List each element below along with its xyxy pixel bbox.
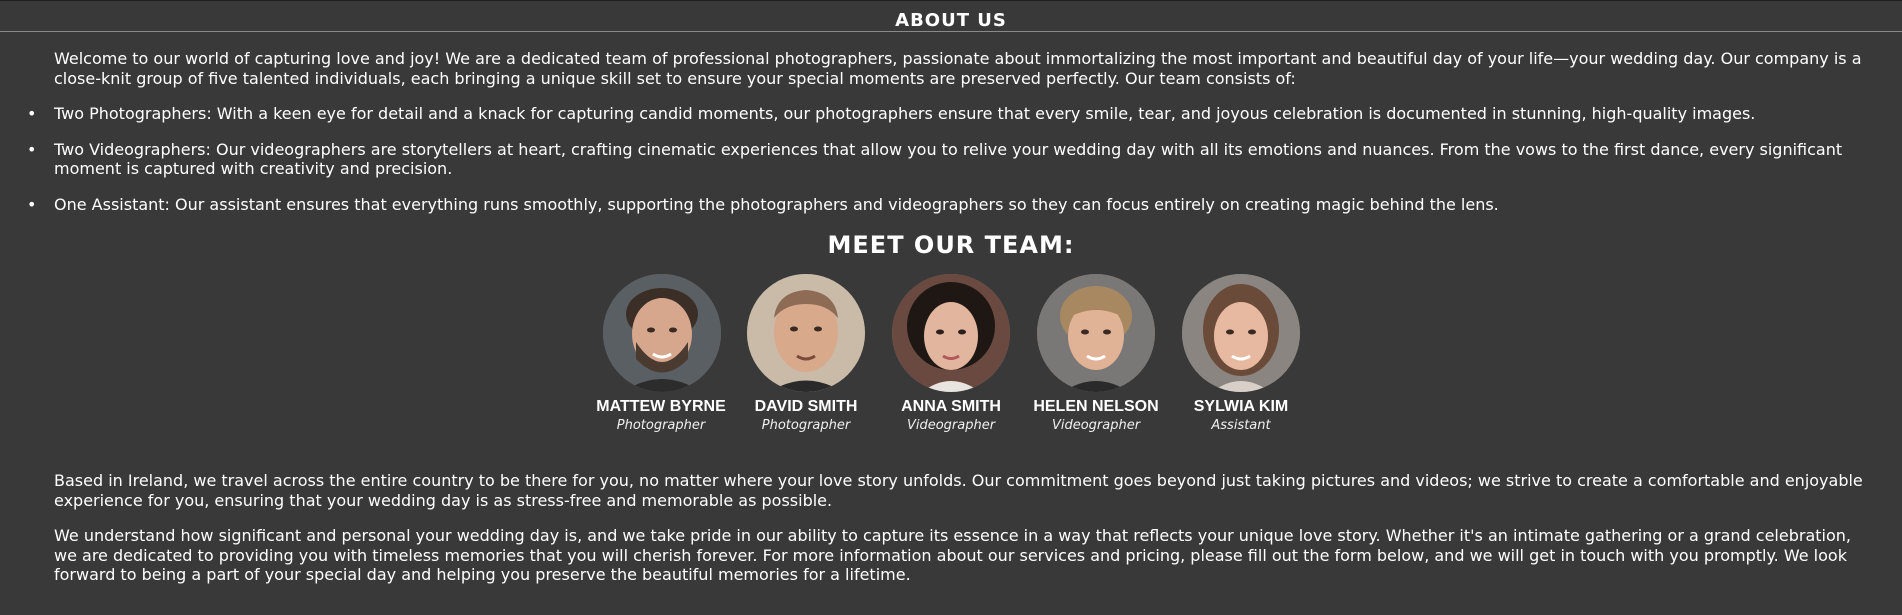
list-item-photographers: Two Photographers: With a keen eye for d… xyxy=(27,104,1872,124)
heading-divider xyxy=(0,31,1902,32)
list-item-videographers: Two Videographers: Our videographers are… xyxy=(27,140,1872,179)
team-member-card: HELEN NELSON Videographer xyxy=(1024,274,1169,434)
member-name: DAVID SMITH xyxy=(754,398,858,415)
intro-paragraph: Welcome to our world of capturing love a… xyxy=(54,49,1862,88)
closing-content: Based in Ireland, we travel across the e… xyxy=(0,471,1902,585)
about-content: Welcome to our world of capturing love a… xyxy=(0,49,1902,214)
member-name: MATTEW BYRNE xyxy=(596,398,726,415)
member-name: SYLWIA KIM xyxy=(1193,398,1289,415)
avatar xyxy=(892,274,1010,392)
member-name: ANNA SMITH xyxy=(901,398,1001,415)
team-member-card: SYLWIA KIM Assistant xyxy=(1169,274,1314,434)
member-role: Assistant xyxy=(1211,418,1271,433)
member-role: Videographer xyxy=(1051,418,1141,433)
team-composition-list: Two Photographers: With a keen eye for d… xyxy=(27,104,1872,215)
closing-paragraph: We understand how significant and person… xyxy=(54,526,1851,584)
avatar xyxy=(747,274,865,392)
avatar xyxy=(602,274,721,392)
member-role: Videographer xyxy=(906,418,996,433)
team-members: MATTEW BYRNE Photographer DAVID SMITH Ph… xyxy=(0,274,1902,434)
member-role: Photographer xyxy=(761,418,851,433)
team-member-card: MATTEW BYRNE Photographer xyxy=(589,274,734,434)
member-name: HELEN NELSON xyxy=(1033,398,1159,415)
avatar xyxy=(1037,274,1155,392)
location-paragraph: Based in Ireland, we travel across the e… xyxy=(54,471,1863,510)
team-member-card: ANNA SMITH Videographer xyxy=(879,274,1024,434)
team-member-card: DAVID SMITH Photographer xyxy=(734,274,879,434)
list-item-assistant: One Assistant: Our assistant ensures tha… xyxy=(27,195,1872,215)
about-us-heading: ABOUT US xyxy=(895,10,1007,31)
avatar xyxy=(1182,274,1300,392)
member-role: Photographer xyxy=(616,418,706,433)
meet-our-team-heading: MEET OUR TEAM: xyxy=(827,231,1075,259)
